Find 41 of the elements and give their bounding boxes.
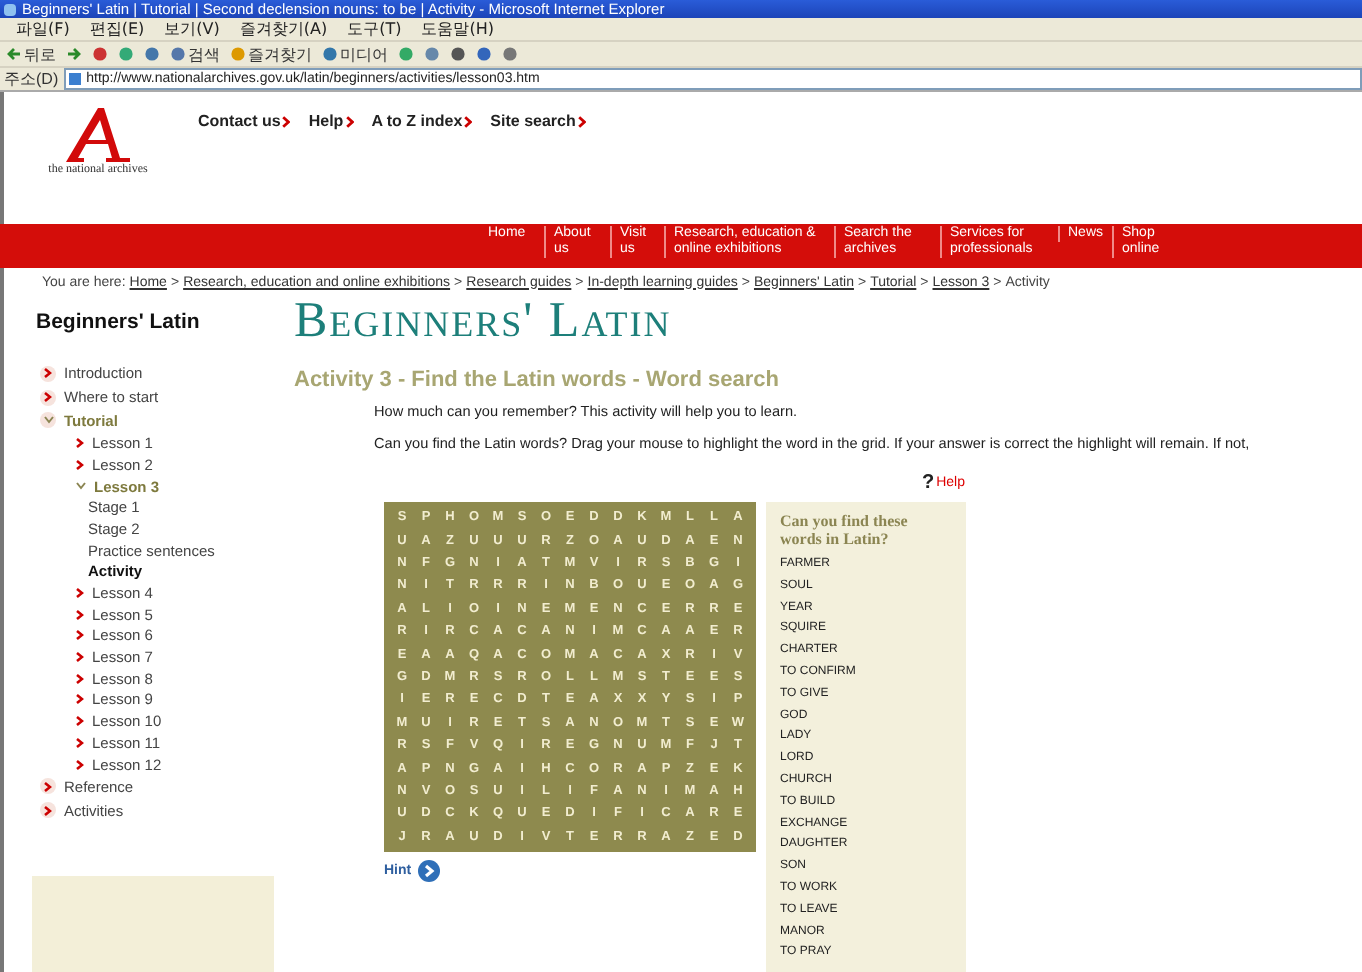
toolbar-button[interactable] bbox=[66, 46, 82, 62]
menu-item[interactable]: 파일(F) bbox=[16, 18, 70, 40]
activity-heading: Activity 3 - Find the Latin words - Word search bbox=[294, 368, 781, 392]
help-icon: ? bbox=[922, 472, 935, 494]
arrow-right-icon bbox=[417, 860, 440, 882]
collapsed-circle-icon[interactable] bbox=[40, 389, 56, 406]
chevron-right-icon bbox=[44, 392, 52, 403]
forward-arrow-icon bbox=[66, 46, 82, 62]
toolbar-button[interactable]: 검색 bbox=[170, 43, 220, 65]
toolbar-button[interactable]: 미디어 bbox=[322, 43, 388, 65]
menu-item[interactable]: 보기(V) bbox=[164, 18, 220, 40]
collapsed-circle-icon[interactable] bbox=[40, 365, 56, 382]
expanded-circle-icon[interactable] bbox=[40, 412, 56, 429]
header-link[interactable]: Site search bbox=[490, 112, 586, 130]
toolbar-button[interactable]: 즐겨찾기 bbox=[230, 43, 312, 65]
menu-item[interactable]: 편집(E) bbox=[89, 18, 145, 40]
chevron-right-icon bbox=[44, 781, 52, 792]
sidebar-title: Beginners' Latin bbox=[36, 310, 202, 334]
address-label: 주소(D) bbox=[4, 68, 59, 90]
chevron-right-icon bbox=[577, 115, 586, 127]
header-link[interactable]: Help bbox=[308, 112, 354, 130]
collapsed-circle-icon[interactable] bbox=[40, 802, 56, 819]
chevron-right-icon bbox=[282, 115, 291, 127]
chevron-right-icon bbox=[44, 368, 52, 379]
word-list-title: Can you find these words in Latin? bbox=[780, 512, 910, 548]
browser-icon bbox=[4, 3, 16, 15]
collapsed-circle-icon[interactable] bbox=[40, 778, 56, 795]
chevron-right-icon bbox=[464, 115, 473, 127]
menu-item[interactable]: 즐겨찾기(A) bbox=[239, 18, 328, 40]
header-link[interactable]: A to Z index bbox=[371, 112, 473, 130]
chevron-down-icon bbox=[76, 482, 86, 491]
banner-title: Beginners' Latin bbox=[294, 296, 674, 348]
menu-item[interactable]: 도구(T) bbox=[347, 18, 402, 40]
word-search-grid[interactable] bbox=[384, 502, 756, 852]
menu-item[interactable]: 도움말(H) bbox=[421, 18, 494, 40]
toolbar-button[interactable]: 뒤로 bbox=[6, 43, 56, 65]
back-arrow-icon bbox=[6, 46, 22, 62]
chevron-right-icon bbox=[345, 115, 354, 127]
chevron-down-icon bbox=[43, 416, 53, 425]
chevron-right-icon bbox=[44, 805, 52, 816]
header-link[interactable]: Contact us bbox=[198, 112, 291, 130]
